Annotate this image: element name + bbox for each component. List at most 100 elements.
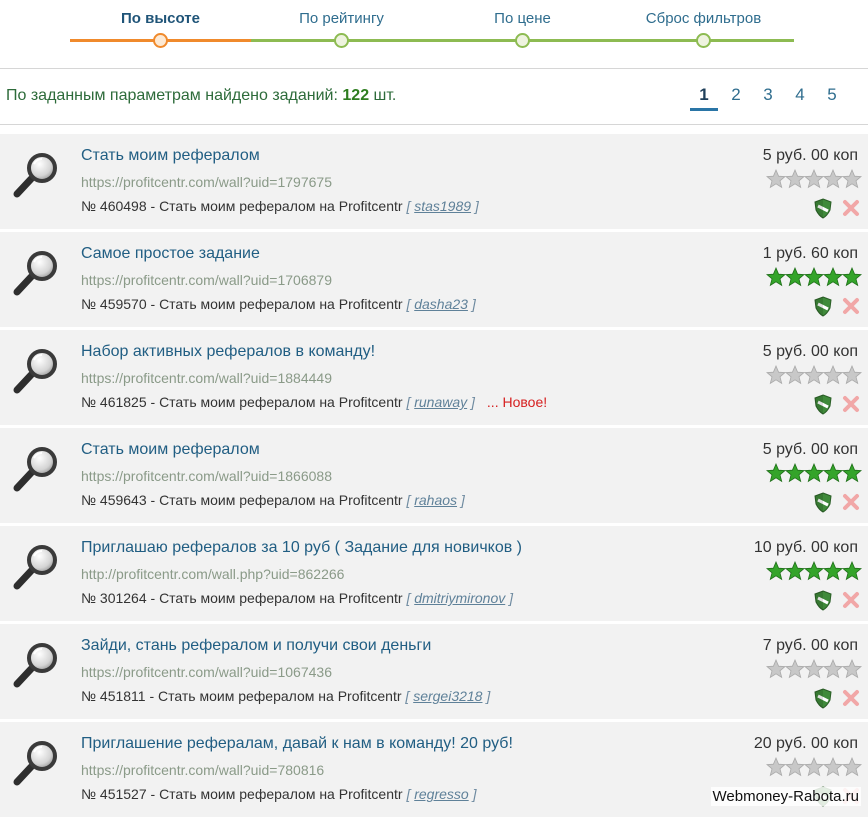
task-price: 7 руб. 00 коп (762, 637, 858, 654)
magnifier-icon[interactable] (12, 542, 60, 590)
task-url[interactable]: https://profitcentr.com/wall?uid=780816 (81, 762, 324, 778)
shield-icon[interactable] (812, 295, 834, 317)
page-link-3[interactable]: 3 (752, 85, 784, 111)
star-icon (842, 463, 862, 483)
task-number: № 460498 (81, 198, 147, 214)
task-number: № 451811 (81, 688, 146, 704)
task-price: 10 руб. 00 коп (753, 539, 858, 556)
task-number: № 461825 (81, 394, 147, 410)
task-author-link[interactable]: rahaos (414, 492, 457, 508)
star-icon (823, 561, 843, 581)
task-title[interactable]: Приглашаю рефералов за 10 руб ( Задание … (81, 539, 522, 557)
task-actions (806, 295, 862, 317)
page-link-2[interactable]: 2 (720, 85, 752, 111)
task-price: 1 руб. 60 коп (762, 245, 858, 262)
shield-icon[interactable] (812, 491, 834, 513)
close-icon[interactable] (840, 393, 862, 415)
filter-tab-label: По рейтингу (299, 10, 384, 27)
task-title[interactable]: Набор активных рефералов в команду! (81, 343, 375, 361)
star-icon (766, 463, 786, 483)
star-icon (842, 659, 862, 679)
task-url[interactable]: https://profitcentr.com/wall?uid=1797675 (81, 174, 332, 190)
rating-stars (766, 463, 862, 483)
task-price: 5 руб. 00 коп (762, 147, 858, 164)
filter-knob-icon (153, 33, 168, 48)
task-number: № 459643 (81, 492, 147, 508)
divider (0, 124, 868, 125)
filter-tab-rating[interactable]: По рейтингу (251, 0, 432, 60)
magnifier-icon[interactable] (12, 738, 60, 786)
task-desc-text: - Стать моим рефералом на Profitcentr (146, 394, 407, 410)
magnifier-icon[interactable] (12, 444, 60, 492)
task-title[interactable]: Зайди, стань рефералом и получи свои ден… (81, 637, 431, 655)
task-author: [ dmitriymironov ] (406, 590, 514, 606)
shield-icon[interactable] (812, 393, 834, 415)
summary-text: По заданным параметрам найдено заданий: (6, 87, 343, 104)
magnifier-icon[interactable] (12, 150, 60, 198)
shield-icon[interactable] (812, 687, 834, 709)
page-link-4[interactable]: 4 (784, 85, 816, 111)
task-author: [ rahaos ] (406, 492, 465, 508)
star-icon (766, 659, 786, 679)
star-icon (823, 463, 843, 483)
task-author-link[interactable]: stas1989 (414, 198, 471, 214)
task-author-link[interactable]: sergei3218 (413, 688, 482, 704)
task-description: № 460498 - Стать моим рефералом на Profi… (81, 198, 491, 214)
page-link-1[interactable]: 1 (688, 85, 720, 111)
task-title[interactable]: Приглашение рефералам, давай к нам в ком… (81, 735, 513, 753)
task-description: № 461825 - Стать моим рефералом на Profi… (81, 394, 547, 410)
task-url[interactable]: https://profitcentr.com/wall?uid=1884449 (81, 370, 332, 386)
close-icon[interactable] (840, 491, 862, 513)
task-price: 5 руб. 00 коп (762, 343, 858, 360)
star-icon (804, 267, 824, 287)
task-author-link[interactable]: regresso (414, 786, 468, 802)
summary-unit: шт. (369, 87, 397, 104)
task-author: [ stas1989 ] (406, 198, 479, 214)
rating-stars (766, 267, 862, 287)
rating-stars (766, 659, 862, 679)
star-icon (766, 757, 786, 777)
task-number: № 459570 (81, 296, 147, 312)
task-row: Самое простое задание https://profitcent… (0, 232, 868, 330)
task-author-link[interactable]: runaway (414, 394, 467, 410)
task-url[interactable]: https://profitcentr.com/wall?uid=1866088 (81, 468, 332, 484)
shield-icon[interactable] (812, 589, 834, 611)
task-url[interactable]: https://profitcentr.com/wall?uid=1706879 (81, 272, 332, 288)
close-icon[interactable] (840, 589, 862, 611)
filter-tab-label: По цене (494, 10, 551, 27)
star-icon (804, 463, 824, 483)
divider (0, 68, 868, 69)
task-title[interactable]: Стать моим рефералом (81, 147, 260, 165)
star-icon (766, 561, 786, 581)
shield-icon[interactable] (812, 197, 834, 219)
close-icon[interactable] (840, 295, 862, 317)
task-author-link[interactable]: dmitriymironov (414, 590, 505, 606)
task-description: № 451527 - Стать моим рефералом на Profi… (81, 786, 488, 802)
filter-tab-price[interactable]: По цене (432, 0, 613, 60)
close-icon[interactable] (840, 687, 862, 709)
task-title[interactable]: Стать моим рефералом (81, 441, 260, 459)
star-icon (842, 757, 862, 777)
rating-stars (766, 757, 862, 777)
task-desc-text: - Стать моим рефералом на Profitcentr (146, 198, 407, 214)
task-desc-text: - Стать моим рефералом на Profitcentr (146, 492, 407, 508)
star-icon (842, 561, 862, 581)
magnifier-icon[interactable] (12, 248, 60, 296)
task-url[interactable]: http://profitcentr.com/wall.php?uid=8622… (81, 566, 344, 582)
filter-tab-reset[interactable]: Сброс фильтров (613, 0, 794, 60)
close-icon[interactable] (840, 197, 862, 219)
filter-knob-icon (334, 33, 349, 48)
task-title[interactable]: Самое простое задание (81, 245, 260, 263)
task-list: Стать моим рефералом https://profitcentr… (0, 134, 868, 820)
page-link-5[interactable]: 5 (816, 85, 848, 111)
magnifier-icon[interactable] (12, 640, 60, 688)
filter-knob-icon (515, 33, 530, 48)
star-icon (842, 365, 862, 385)
task-url[interactable]: https://profitcentr.com/wall?uid=1067436 (81, 664, 332, 680)
task-author-link[interactable]: dasha23 (414, 296, 468, 312)
magnifier-icon[interactable] (12, 346, 60, 394)
watermark: Webmoney-Rabota.ru (710, 787, 861, 806)
task-description: № 459643 - Стать моим рефералом на Profi… (81, 492, 477, 508)
task-row: Набор активных рефералов в команду! http… (0, 330, 868, 428)
filter-tab-height[interactable]: По высоте (70, 0, 251, 60)
